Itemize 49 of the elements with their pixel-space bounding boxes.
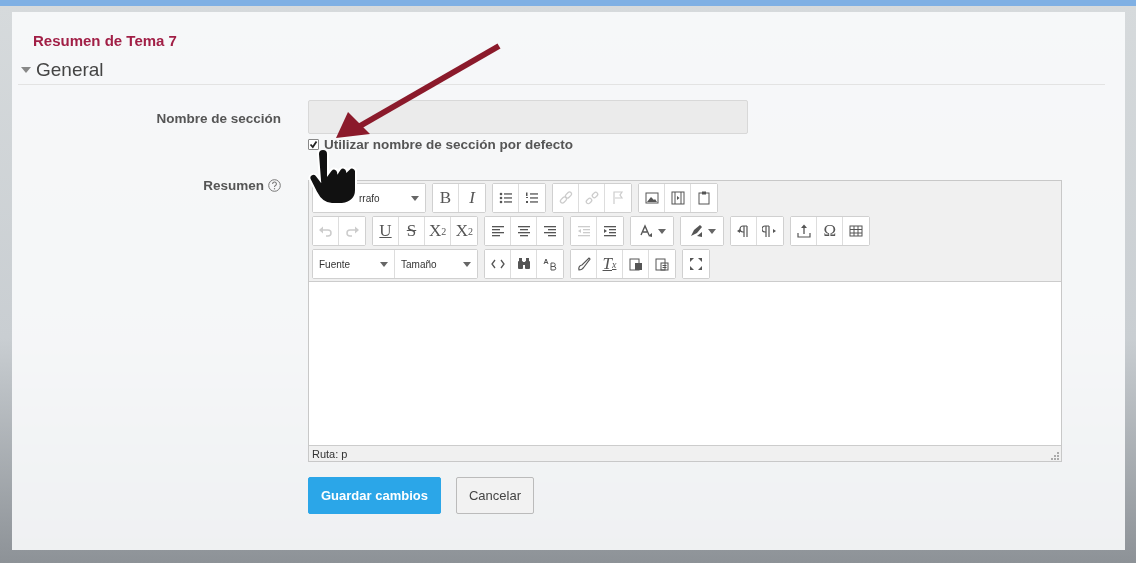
cancel-button[interactable]: Cancelar <box>455 477 534 514</box>
upload-icon <box>795 223 812 239</box>
replace-icon <box>542 256 558 272</box>
paragraph-ltr-button[interactable] <box>731 217 758 245</box>
caret-icon <box>658 228 667 234</box>
checkbox-label: Utilizar nombre de sección por defecto <box>324 137 574 152</box>
align-left-icon <box>489 223 506 239</box>
paste-text-icon <box>627 256 644 272</box>
underline-button[interactable]: U <box>373 217 399 245</box>
indent-icon <box>602 223 619 239</box>
link-icon <box>557 190 574 206</box>
clipboard-icon <box>696 190 712 206</box>
help-icon[interactable] <box>268 178 281 192</box>
bullet-list-icon <box>497 190 514 206</box>
dropdown-value: rrafo <box>359 192 380 204</box>
brush-icon <box>575 256 592 272</box>
field-label: Resumen <box>203 178 264 193</box>
film-icon <box>669 190 686 206</box>
upload-button[interactable] <box>791 217 818 245</box>
section-title: General <box>36 59 104 81</box>
element-path: Ruta: p <box>312 447 348 460</box>
caret-icon <box>708 228 717 234</box>
binoculars-icon <box>515 256 532 272</box>
code-button[interactable] <box>485 250 511 278</box>
broken-link-icon <box>583 190 600 206</box>
format-button[interactable]: B <box>433 184 459 212</box>
text-color-icon <box>638 223 655 239</box>
marker-icon <box>688 223 705 239</box>
align-left-button[interactable] <box>485 217 512 245</box>
paste-document-icon <box>654 256 670 272</box>
image-icon <box>643 190 660 206</box>
page-title: Resumen de Tema 7 <box>33 32 178 49</box>
checkbox[interactable] <box>308 139 319 150</box>
brush-button[interactable] <box>571 250 597 278</box>
bullet-list-button[interactable] <box>493 184 519 212</box>
marker-button[interactable] <box>681 217 724 245</box>
text-color-button[interactable] <box>631 217 674 245</box>
flag-icon <box>610 190 626 206</box>
caret-icon <box>411 195 419 201</box>
fullscreen-button[interactable] <box>683 250 709 278</box>
align-right-icon <box>542 223 559 239</box>
field-label: Nombre de sección <box>155 110 281 128</box>
resize-handle-icon[interactable] <box>1051 452 1059 460</box>
table-icon <box>848 223 865 239</box>
fullscreen-icon <box>688 256 704 272</box>
align-center-icon <box>515 223 532 239</box>
outdent-icon <box>575 223 592 239</box>
image-button[interactable] <box>639 184 665 212</box>
numbered-list-icon <box>524 190 540 206</box>
